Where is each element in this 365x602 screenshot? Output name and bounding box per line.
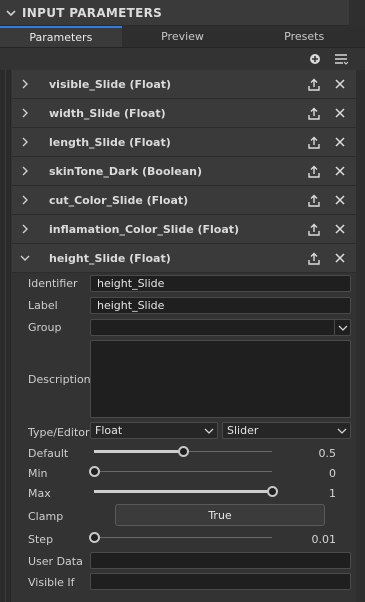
label-field[interactable]: height_Slide (90, 297, 351, 314)
chevron-down-icon (337, 428, 347, 434)
editor-select[interactable]: Slider (222, 422, 351, 439)
slider-track (94, 537, 272, 538)
gutter-line (5, 70, 6, 602)
step-value: 0.01 (311, 533, 337, 546)
chevron-down-icon (204, 428, 214, 434)
tab-bar: Parameters Preview Presets (0, 26, 365, 48)
param-name: inflamation_Color_Slide (Float) (49, 222, 240, 236)
param-name: cut_Color_Slide (Float) (49, 193, 189, 207)
type-select[interactable]: Float (90, 422, 218, 439)
param-name: visible_Slide (Float) (49, 77, 172, 91)
min-value: 0 (329, 467, 336, 480)
user-data-field[interactable] (90, 552, 351, 569)
parameter-properties: Identifier height_Slide Label height_Sli… (12, 273, 356, 602)
default-label: Default (28, 447, 69, 460)
description-label: Description (28, 373, 91, 386)
step-label: Step (28, 533, 54, 546)
close-icon[interactable] (333, 135, 347, 149)
min-slider[interactable] (89, 466, 272, 477)
param-row-visible-slide[interactable]: visible_Slide (Float) (12, 70, 356, 99)
tab-presets[interactable]: Presets (243, 26, 365, 47)
chevron-right-icon[interactable] (12, 166, 38, 176)
chevron-down-icon[interactable] (334, 319, 350, 336)
export-icon[interactable] (307, 135, 321, 149)
list-menu-icon[interactable] (333, 51, 349, 67)
group-label: Group (28, 321, 62, 334)
close-icon[interactable] (333, 164, 347, 178)
slider-handle[interactable] (89, 466, 100, 477)
slider-handle[interactable] (178, 446, 189, 457)
header-edge (349, 0, 365, 26)
slider-track (94, 471, 272, 472)
editor-value: Slider (227, 424, 259, 437)
param-row-length-slide[interactable]: length_Slide (Float) (12, 128, 356, 157)
export-icon[interactable] (307, 164, 321, 178)
slider-fill (94, 490, 272, 493)
close-icon[interactable] (333, 77, 347, 91)
close-icon[interactable] (333, 251, 347, 265)
param-row-width-slide[interactable]: width_Slide (Float) (12, 99, 356, 128)
identifier-field[interactable]: height_Slide (90, 275, 351, 292)
chevron-right-icon[interactable] (12, 79, 38, 89)
description-textarea[interactable] (90, 340, 351, 418)
param-name: width_Slide (Float) (49, 106, 166, 120)
visible-if-field[interactable] (90, 573, 351, 590)
default-value: 0.5 (318, 447, 337, 460)
chevron-right-icon[interactable] (12, 108, 38, 118)
close-icon[interactable] (333, 193, 347, 207)
param-row-height-slide[interactable]: height_Slide (Float) (12, 244, 356, 273)
close-icon[interactable] (333, 222, 347, 236)
max-slider[interactable] (94, 486, 278, 497)
export-icon[interactable] (307, 193, 321, 207)
param-name: skinTone_Dark (Boolean) (49, 164, 203, 178)
chevron-right-icon[interactable] (12, 137, 38, 147)
toolbar (0, 48, 365, 70)
group-field[interactable] (90, 319, 351, 336)
param-name: height_Slide (Float) (49, 251, 171, 265)
left-gutter (0, 70, 11, 602)
param-row-skintone-dark[interactable]: skinTone_Dark (Boolean) (12, 157, 356, 186)
default-slider[interactable] (94, 446, 272, 457)
max-value: 1 (329, 487, 336, 500)
collapse-icon[interactable] (0, 8, 22, 18)
param-name: length_Slide (Float) (49, 135, 171, 149)
scrollbar[interactable] (356, 70, 365, 602)
slider-handle[interactable] (89, 532, 100, 543)
visible-if-label: Visible If (28, 576, 75, 589)
identifier-label: Identifier (28, 277, 78, 290)
type-value: Float (95, 424, 123, 437)
param-row-cut-color-slide[interactable]: cut_Color_Slide (Float) (12, 186, 356, 215)
clamp-label: Clamp (28, 510, 64, 523)
add-circle-icon[interactable] (307, 51, 323, 67)
max-label: Max (28, 487, 51, 500)
clamp-toggle-button[interactable]: True (115, 504, 325, 526)
step-slider[interactable] (89, 532, 272, 543)
export-icon[interactable] (307, 77, 321, 91)
panel-header: INPUT PARAMETERS (0, 0, 365, 26)
min-label: Min (28, 467, 48, 480)
export-icon[interactable] (307, 222, 321, 236)
close-icon[interactable] (333, 106, 347, 120)
chevron-right-icon[interactable] (12, 224, 38, 234)
param-row-inflamation-color-slide[interactable]: inflamation_Color_Slide (Float) (12, 215, 356, 244)
user-data-label: User Data (28, 555, 83, 568)
chevron-right-icon[interactable] (12, 195, 38, 205)
tab-preview[interactable]: Preview (122, 26, 244, 47)
parameter-list: visible_Slide (Float) width_Slide (Float… (12, 70, 356, 273)
tab-parameters[interactable]: Parameters (0, 26, 122, 47)
label-label: Label (28, 299, 58, 312)
slider-handle[interactable] (267, 486, 278, 497)
export-icon[interactable] (307, 251, 321, 265)
panel-title: INPUT PARAMETERS (22, 5, 163, 20)
export-icon[interactable] (307, 106, 321, 120)
slider-fill (94, 450, 183, 453)
chevron-down-icon[interactable] (12, 254, 38, 262)
type-editor-label: Type/Editor (28, 426, 90, 439)
